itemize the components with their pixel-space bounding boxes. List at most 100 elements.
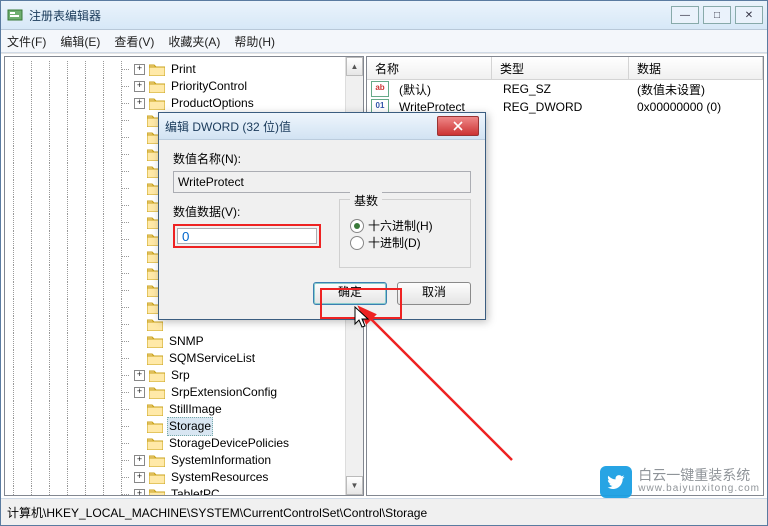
tree-item-label: SrpExtensionConfig (169, 384, 279, 401)
folder-icon (147, 437, 163, 450)
menu-file[interactable]: 文件(F) (7, 33, 46, 50)
maximize-button[interactable]: □ (703, 6, 731, 24)
list-row[interactable]: ab(默认)REG_SZ(数值未设置) (367, 80, 763, 98)
cell-data: 0x00000000 (0) (629, 100, 729, 114)
tree-item[interactable]: StorageDevicePolicies (5, 435, 363, 452)
folder-icon (147, 403, 163, 416)
menu-edit[interactable]: 编辑(E) (60, 33, 100, 50)
tree-expander-icon[interactable]: + (134, 64, 145, 75)
col-header-type[interactable]: 类型 (492, 57, 629, 79)
tree-item-label: Srp (169, 367, 192, 384)
tree-item-label: ProductOptions (169, 95, 256, 112)
cancel-button[interactable]: 取消 (397, 282, 471, 305)
minimize-button[interactable]: — (671, 6, 699, 24)
cell-type: REG_DWORD (495, 100, 629, 114)
close-button[interactable]: ✕ (735, 6, 763, 24)
radio-dec-label: 十进制(D) (368, 234, 421, 251)
folder-icon (149, 471, 165, 484)
menu-view[interactable]: 查看(V) (114, 33, 154, 50)
col-header-data[interactable]: 数据 (629, 57, 763, 79)
tree-item-label: SystemInformation (169, 452, 273, 469)
tree-item[interactable]: + SystemResources (5, 469, 363, 486)
radio-hex[interactable] (350, 219, 364, 233)
folder-icon (149, 97, 165, 110)
tree-expander-icon[interactable]: + (134, 370, 145, 381)
tree-item[interactable]: SNMP (5, 333, 363, 350)
tree-item-label: StillImage (167, 401, 224, 418)
tree-item[interactable]: + SrpExtensionConfig (5, 384, 363, 401)
scroll-down-button[interactable]: ▼ (346, 476, 363, 495)
tree-expander-icon[interactable]: + (134, 98, 145, 109)
statusbar-path: 计算机\HKEY_LOCAL_MACHINE\SYSTEM\CurrentCon… (7, 504, 427, 521)
folder-icon (149, 63, 165, 76)
tree-item-label: SQMServiceList (167, 350, 257, 367)
folder-icon (147, 420, 163, 433)
col-header-name[interactable]: 名称 (367, 57, 492, 79)
tree-item[interactable]: SQMServiceList (5, 350, 363, 367)
watermark-text: 白云一键重装系统 www.baiyunxitong.com (638, 468, 760, 496)
radio-hex-row[interactable]: 十六进制(H) (350, 217, 460, 234)
list-header: 名称 类型 数据 (367, 57, 763, 80)
tree-item[interactable]: + PriorityControl (5, 78, 363, 95)
folder-icon (147, 335, 163, 348)
app-icon (7, 7, 23, 23)
folder-icon (149, 386, 165, 399)
tree-expander-icon[interactable]: + (134, 387, 145, 398)
tree-item-label: Print (169, 61, 198, 78)
tree-item[interactable]: StillImage (5, 401, 363, 418)
folder-icon (149, 80, 165, 93)
titlebar[interactable]: 注册表编辑器 — □ ✕ (1, 1, 767, 30)
dialog-title: 编辑 DWORD (32 位)值 (165, 118, 437, 135)
menubar: 文件(F) 编辑(E) 查看(V) 收藏夹(A) 帮助(H) (1, 30, 767, 53)
window-buttons: — □ ✕ (667, 6, 763, 24)
tree-item-label: SNMP (167, 333, 206, 350)
statusbar: 计算机\HKEY_LOCAL_MACHINE\SYSTEM\CurrentCon… (1, 498, 767, 525)
tree-expander-icon[interactable]: + (134, 81, 145, 92)
value-type-icon: ab (371, 81, 389, 97)
name-field: WriteProtect (173, 171, 471, 193)
tree-expander-icon[interactable]: + (134, 455, 145, 466)
cell-data: (数值未设置) (629, 81, 713, 98)
base-fieldset: 基数 十六进制(H) 十进制(D) (339, 199, 471, 268)
data-label: 数值数据(V): (173, 203, 321, 220)
radio-dec[interactable] (350, 236, 364, 250)
tree-expander-icon[interactable]: + (134, 472, 145, 483)
tree-item-label: Storage (167, 417, 213, 436)
window-title: 注册表编辑器 (29, 7, 667, 24)
dialog-titlebar[interactable]: 编辑 DWORD (32 位)值 (159, 113, 485, 140)
ok-button[interactable]: 确定 (313, 282, 387, 305)
watermark-badge-icon (600, 466, 632, 498)
tree-item[interactable]: + Srp (5, 367, 363, 384)
cell-type: REG_SZ (495, 82, 629, 96)
dialog-body: 数值名称(N): WriteProtect 数值数据(V): 基数 十六进制(H… (159, 140, 485, 319)
folder-icon (149, 488, 165, 496)
folder-icon (149, 369, 165, 382)
watermark-line2: www.baiyunxitong.com (638, 482, 760, 496)
tree-item-label: StorageDevicePolicies (167, 435, 291, 452)
tree-item[interactable]: + ProductOptions (5, 95, 363, 112)
data-input[interactable] (177, 228, 317, 244)
folder-icon (147, 352, 163, 365)
tree-item[interactable]: + Print (5, 61, 363, 78)
dialog-buttons: 确定 取消 (173, 282, 471, 305)
cell-name: (默认) (391, 81, 495, 98)
scroll-up-button[interactable]: ▲ (346, 57, 363, 76)
tree-item[interactable]: + TabletPC (5, 486, 363, 496)
menu-help[interactable]: 帮助(H) (234, 33, 275, 50)
base-legend: 基数 (350, 192, 382, 209)
menu-favorites[interactable]: 收藏夹(A) (168, 33, 220, 50)
tree-item-label: SystemResources (169, 469, 270, 486)
dialog-close-button[interactable] (437, 116, 479, 136)
tree-item[interactable]: + SystemInformation (5, 452, 363, 469)
folder-icon (149, 454, 165, 467)
radio-hex-label: 十六进制(H) (368, 217, 433, 234)
tree-expander-icon[interactable]: + (134, 489, 145, 496)
tree-item-label: TabletPC (169, 486, 222, 496)
watermark-line1: 白云一键重装系统 (638, 468, 760, 482)
tree-item-label: PriorityControl (169, 78, 249, 95)
data-highlight (173, 224, 321, 248)
tree-item[interactable]: Storage (5, 418, 363, 435)
name-label: 数值名称(N): (173, 150, 471, 167)
radio-dec-row[interactable]: 十进制(D) (350, 234, 460, 251)
edit-dword-dialog: 编辑 DWORD (32 位)值 数值名称(N): WriteProtect 数… (158, 112, 486, 320)
